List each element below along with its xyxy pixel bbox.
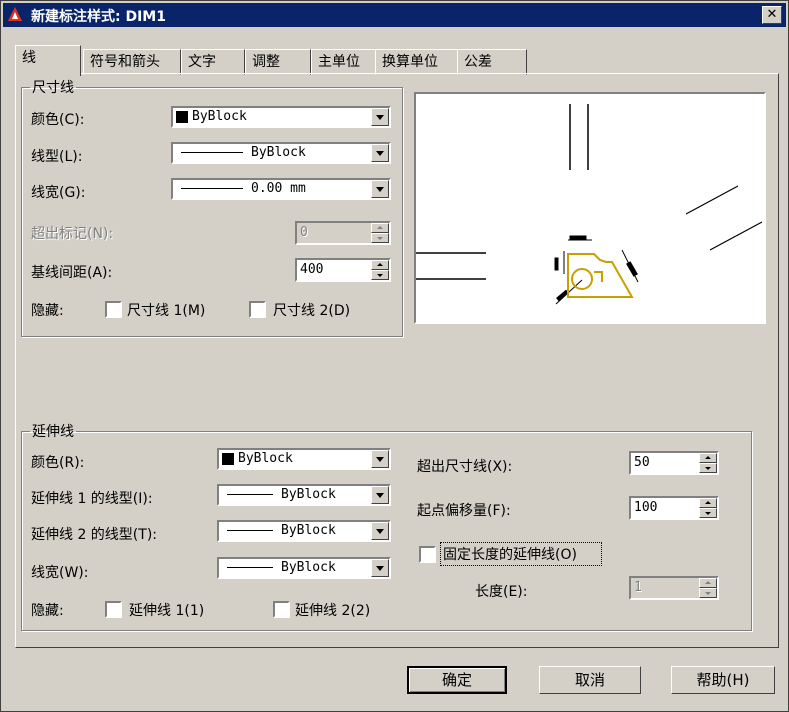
suppress-ext-line-1-checkbox[interactable] xyxy=(105,601,122,618)
dim-color-select[interactable]: ByBlock xyxy=(171,106,391,128)
linetype-sample xyxy=(227,530,273,531)
tab-text[interactable]: 文字 xyxy=(181,49,245,75)
chevron-down-icon[interactable] xyxy=(371,486,389,504)
ext-linetype2-value: ByBlock xyxy=(281,523,336,538)
dim-suppress-label: 隐藏: xyxy=(31,303,64,319)
tab-alternate-units[interactable]: 换算单位 xyxy=(375,49,459,75)
chevron-down-icon[interactable] xyxy=(371,180,389,198)
dim-line-group-label: 尺寸线 xyxy=(32,80,74,96)
origin-offset-value[interactable]: 100 xyxy=(634,500,657,515)
tab-lines[interactable]: 线 xyxy=(15,45,81,76)
ext-color-select[interactable]: ByBlock xyxy=(217,448,391,470)
suppress-ext-line-2-checkbox[interactable] xyxy=(273,601,290,618)
title-bar: 新建标注样式: DIM1 ✕ xyxy=(3,3,786,27)
beyond-dim-label: 超出尺寸线(X): xyxy=(417,459,513,475)
origin-offset-label: 起点偏移量(F): xyxy=(417,503,511,519)
lineweight-sample xyxy=(227,567,273,568)
baseline-spacing-spinner[interactable]: 400 xyxy=(295,258,391,282)
baseline-spacing-value[interactable]: 400 xyxy=(300,262,323,277)
ext-lineweight-select[interactable]: ByBlock xyxy=(217,557,391,579)
fixed-length-value-label: 长度(E): xyxy=(475,584,528,600)
suppress-dim-line-1-label[interactable]: 尺寸线 1(M) xyxy=(127,300,205,320)
chevron-down-icon[interactable] xyxy=(371,108,389,126)
color-swatch xyxy=(222,453,234,465)
origin-offset-spinner[interactable]: 100 xyxy=(629,496,719,520)
window-title: 新建标注样式: DIM1 xyxy=(31,9,166,25)
beyond-dim-spinner[interactable]: 50 xyxy=(629,451,719,475)
ext-suppress-label: 隐藏: xyxy=(31,603,64,619)
color-swatch xyxy=(176,111,188,123)
chevron-down-icon[interactable] xyxy=(371,522,389,540)
ext-color-label: 颜色(R): xyxy=(31,455,85,471)
fixed-length-label[interactable]: 固定长度的延伸线(O) xyxy=(443,544,577,564)
spin-down-icon[interactable] xyxy=(699,508,717,518)
spin-up-icon[interactable] xyxy=(699,498,717,508)
ext-linetype2-select[interactable]: ByBlock xyxy=(217,520,391,542)
suppress-ext-line-1-label[interactable]: 延伸线 1(1) xyxy=(129,600,204,620)
extend-ticks-spinner[interactable]: 0 xyxy=(295,221,391,245)
dimension-preview-image xyxy=(416,104,763,305)
suppress-dim-line-2-label[interactable]: 尺寸线 2(D) xyxy=(273,300,350,320)
fixed-length-spinner[interactable]: 1 xyxy=(629,576,719,600)
linetype-sample xyxy=(181,152,243,153)
tab-symbols-arrows[interactable]: 符号和箭头 xyxy=(83,49,181,75)
ext-linetype1-value: ByBlock xyxy=(281,487,336,502)
dim-linetype-value: ByBlock xyxy=(251,145,306,160)
tab-primary-units[interactable]: 主单位 xyxy=(311,49,381,75)
linetype-sample xyxy=(227,494,273,495)
dim-linetype-select[interactable]: ByBlock xyxy=(171,142,391,164)
dim-color-value: ByBlock xyxy=(192,109,247,124)
close-button[interactable]: ✕ xyxy=(762,6,782,24)
dim-lineweight-label: 线宽(G): xyxy=(31,185,86,201)
beyond-dim-value[interactable]: 50 xyxy=(634,455,650,470)
ext-line-group-label: 延伸线 xyxy=(32,424,74,440)
spin-down-icon[interactable] xyxy=(371,270,389,280)
spin-up-icon[interactable] xyxy=(699,578,717,588)
suppress-ext-line-2-label[interactable]: 延伸线 2(2) xyxy=(295,600,370,620)
ext-color-value: ByBlock xyxy=(238,451,293,466)
dim-lineweight-select[interactable]: 0.00 mm xyxy=(171,178,391,200)
ok-button[interactable]: 确定 xyxy=(407,666,507,694)
extend-ticks-label: 超出标记(N): xyxy=(31,226,114,242)
preview-pane xyxy=(414,92,766,324)
dim-color-label: 颜色(C): xyxy=(31,112,85,128)
tab-fit[interactable]: 调整 xyxy=(245,49,311,75)
spin-down-icon[interactable] xyxy=(371,233,389,243)
chevron-down-icon[interactable] xyxy=(371,450,389,468)
ext-lineweight-label: 线宽(W): xyxy=(31,565,89,581)
extend-ticks-value: 0 xyxy=(300,225,308,240)
chevron-down-icon[interactable] xyxy=(371,559,389,577)
dim-linetype-label: 线型(L): xyxy=(31,149,83,165)
dim-lineweight-value: 0.00 mm xyxy=(251,181,306,196)
ext-linetype1-label: 延伸线 1 的线型(I): xyxy=(31,491,153,507)
chevron-down-icon[interactable] xyxy=(371,144,389,162)
lineweight-sample xyxy=(181,188,243,189)
ext-linetype2-label: 延伸线 2 的线型(T): xyxy=(31,527,157,543)
ext-linetype1-select[interactable]: ByBlock xyxy=(217,484,391,506)
help-button[interactable]: 帮助(H) xyxy=(671,666,775,694)
fixed-length-checkbox[interactable] xyxy=(419,546,436,563)
spin-down-icon[interactable] xyxy=(699,588,717,598)
dimension-style-dialog: 新建标注样式: DIM1 ✕ 线 符号和箭头 文字 调整 主单位 换算单位 公差… xyxy=(0,0,789,712)
spin-up-icon[interactable] xyxy=(699,453,717,463)
ext-lineweight-value: ByBlock xyxy=(281,560,336,575)
fixed-length-value: 1 xyxy=(634,580,642,595)
spin-up-icon[interactable] xyxy=(371,223,389,233)
suppress-dim-line-2-checkbox[interactable] xyxy=(249,301,266,318)
spin-down-icon[interactable] xyxy=(699,463,717,473)
tab-tolerances[interactable]: 公差 xyxy=(457,49,527,75)
suppress-dim-line-1-checkbox[interactable] xyxy=(105,301,122,318)
spin-up-icon[interactable] xyxy=(371,260,389,270)
baseline-spacing-label: 基线间距(A): xyxy=(31,265,113,281)
autocad-logo-icon xyxy=(8,7,22,21)
cancel-button[interactable]: 取消 xyxy=(539,666,641,694)
